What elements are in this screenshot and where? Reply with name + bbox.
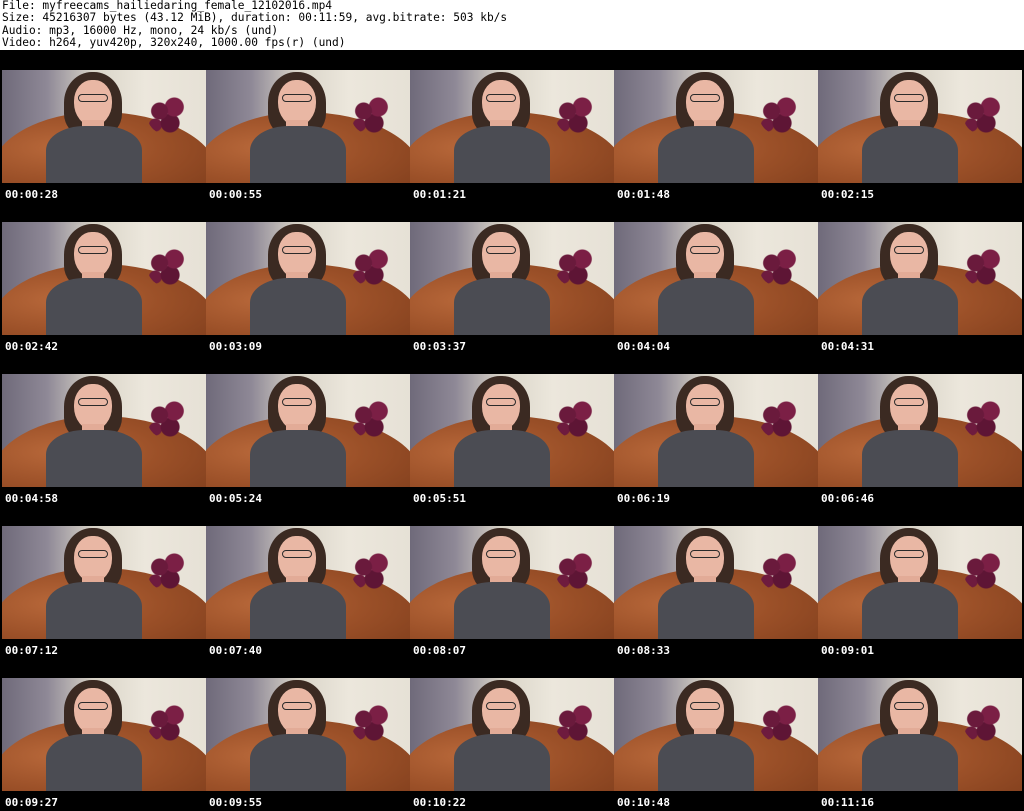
frame-timestamp: 00:09:27 [5, 796, 58, 809]
frame-timestamp: 00:10:48 [617, 796, 670, 809]
video-frame-thumbnail [2, 70, 206, 183]
thumbnail-cell: 00:09:55 [206, 658, 410, 810]
thumbnail-cell: 00:05:51 [410, 354, 614, 506]
frame-timestamp: 00:09:55 [209, 796, 262, 809]
thumbnail-cell: 00:10:22 [410, 658, 614, 810]
video-frame-thumbnail [410, 222, 614, 335]
frame-timestamp: 00:08:07 [413, 644, 466, 657]
thumbnail-cell: 00:01:21 [410, 50, 614, 202]
video-frame-thumbnail [818, 526, 1022, 639]
video-frame-thumbnail [206, 222, 410, 335]
video-frame-thumbnail [2, 526, 206, 639]
video-frame-thumbnail [410, 374, 614, 487]
video-frame-thumbnail [206, 374, 410, 487]
thumbnail-cell: 00:05:24 [206, 354, 410, 506]
frame-timestamp: 00:08:33 [617, 644, 670, 657]
frame-timestamp: 00:04:58 [5, 492, 58, 505]
frame-timestamp: 00:09:01 [821, 644, 874, 657]
thumbnail-cell: 00:09:27 [2, 658, 206, 810]
file-size-line: Size: 45216307 bytes (43.12 MiB), durati… [2, 11, 508, 25]
video-frame-thumbnail [206, 526, 410, 639]
thumbnail-cell: 00:08:07 [410, 506, 614, 658]
frame-timestamp: 00:01:21 [413, 188, 466, 201]
thumbnail-cell: 00:04:31 [818, 202, 1022, 354]
frame-timestamp: 00:05:51 [413, 492, 466, 505]
thumbnail-cell: 00:07:40 [206, 506, 410, 658]
video-frame-thumbnail [818, 374, 1022, 487]
video-frame-thumbnail [206, 70, 410, 183]
thumbnail-cell: 00:03:09 [206, 202, 410, 354]
thumbnail-cell: 00:04:04 [614, 202, 818, 354]
video-frame-thumbnail [410, 526, 614, 639]
thumbnail-cell: 00:07:12 [2, 506, 206, 658]
video-frame-thumbnail [818, 678, 1022, 791]
frame-timestamp: 00:00:55 [209, 188, 262, 201]
video-info-line: Video: h264, yuv420p, 320x240, 1000.00 f… [2, 35, 346, 49]
video-frame-thumbnail [206, 678, 410, 791]
video-frame-thumbnail [614, 678, 818, 791]
frame-timestamp: 00:07:40 [209, 644, 262, 657]
frame-timestamp: 00:03:37 [413, 340, 466, 353]
thumbnail-cell: 00:03:37 [410, 202, 614, 354]
thumbnail-grid: 00:00:28 00:00:55 00:01:21 00:01:48 00:02:15… [0, 50, 1024, 811]
frame-timestamp: 00:11:16 [821, 796, 874, 809]
video-frame-thumbnail [614, 374, 818, 487]
video-frame-thumbnail [410, 678, 614, 791]
thumbnail-cell: 00:02:15 [818, 50, 1022, 202]
video-frame-thumbnail [410, 70, 614, 183]
frame-timestamp: 00:02:42 [5, 340, 58, 353]
video-frame-thumbnail [818, 70, 1022, 183]
frame-timestamp: 00:03:09 [209, 340, 262, 353]
thumbnail-cell: 00:08:33 [614, 506, 818, 658]
file-info-header: File: myfreecams_hailiedaring_female_121… [0, 0, 1024, 50]
video-frame-thumbnail [614, 222, 818, 335]
frame-timestamp: 00:10:22 [413, 796, 466, 809]
frame-timestamp: 00:00:28 [5, 188, 58, 201]
video-frame-thumbnail [614, 70, 818, 183]
thumbnail-cell: 00:06:46 [818, 354, 1022, 506]
frame-timestamp: 00:02:15 [821, 188, 874, 201]
frame-timestamp: 00:04:04 [617, 340, 670, 353]
video-frame-thumbnail [2, 222, 206, 335]
frame-timestamp: 00:07:12 [5, 644, 58, 657]
frame-timestamp: 00:05:24 [209, 492, 262, 505]
frame-timestamp: 00:06:19 [617, 492, 670, 505]
thumbnail-cell: 00:09:01 [818, 506, 1022, 658]
thumbnail-cell: 00:11:16 [818, 658, 1022, 810]
thumbnail-cell: 00:00:55 [206, 50, 410, 202]
video-frame-thumbnail [818, 222, 1022, 335]
thumbnail-cell: 00:06:19 [614, 354, 818, 506]
video-frame-thumbnail [2, 678, 206, 791]
thumbnail-cell: 00:04:58 [2, 354, 206, 506]
thumbnail-cell: 00:01:48 [614, 50, 818, 202]
frame-timestamp: 00:01:48 [617, 188, 670, 201]
thumbnail-cell: 00:00:28 [2, 50, 206, 202]
thumbnail-cell: 00:02:42 [2, 202, 206, 354]
frame-timestamp: 00:06:46 [821, 492, 874, 505]
frame-timestamp: 00:04:31 [821, 340, 874, 353]
thumbnail-cell: 00:10:48 [614, 658, 818, 810]
video-frame-thumbnail [2, 374, 206, 487]
video-frame-thumbnail [614, 526, 818, 639]
